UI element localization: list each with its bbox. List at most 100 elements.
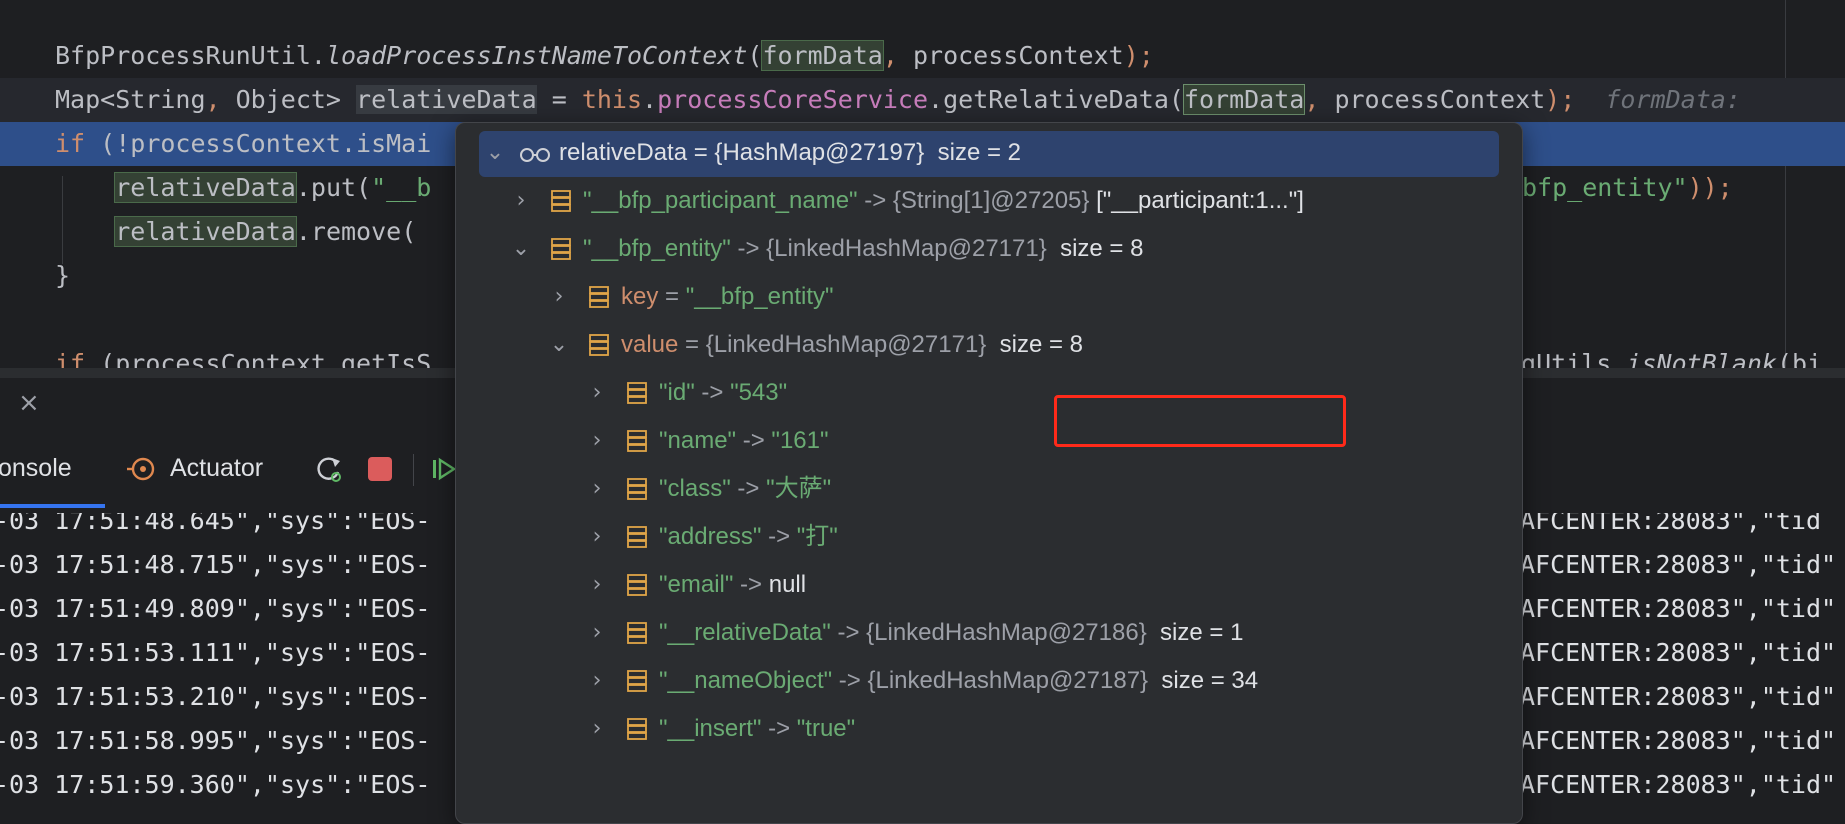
chevron-right-icon[interactable]: › (511, 179, 531, 223)
watch-glasses-icon (520, 148, 550, 162)
entry-value: "true" (796, 715, 856, 742)
chevron-down-icon[interactable]: ⌄ (485, 131, 505, 175)
code-token: formData: (1575, 85, 1741, 114)
entry-type: {LinkedHashMap@27171} (705, 331, 987, 358)
log-line-left: -03 17:51:48.645","sys":"EOS- (0, 513, 431, 535)
code-line[interactable]: Map<String, Object> relativeData = this.… (0, 78, 1845, 122)
entry-key: key (621, 283, 659, 310)
tree-row[interactable]: ⌄ "__bfp_entity" -> {LinkedHashMap@27171}… (456, 227, 1522, 271)
chevron-right-icon[interactable]: › (587, 515, 607, 559)
actuator-icon[interactable] (126, 454, 156, 484)
tree-row-text: value = {LinkedHashMap@27171} size = 8 (621, 323, 1083, 367)
tree-row[interactable]: › "id" -> "543" (456, 371, 1522, 415)
tree-row[interactable]: ⌄ value = {LinkedHashMap@27171} size = 8 (456, 323, 1522, 367)
field-list-icon (627, 478, 647, 500)
entry-arrow: -> (830, 619, 867, 646)
tree-row-root[interactable]: ⌄ relativeData = {HashMap@27197} size = … (479, 131, 1499, 177)
log-line-left: -03 17:51:53.111","sys":"EOS- (0, 638, 431, 667)
tab-actuator[interactable]: Actuator (170, 454, 263, 483)
tree-row-text: key = "__bfp_entity" (621, 275, 834, 319)
entry-value: size = 8 (986, 331, 1084, 358)
stop-icon[interactable] (368, 457, 392, 481)
root-variable: relativeData = {HashMap@27197} size = 2 (559, 131, 1021, 175)
tree-row[interactable]: › "__insert" -> "true" (456, 707, 1522, 751)
code-token: } (55, 261, 71, 290)
chevron-right-icon[interactable]: › (549, 275, 569, 319)
code-token: Object> (235, 85, 357, 114)
chevron-right-icon[interactable]: › (587, 467, 607, 511)
tree-row-text: "__bfp_entity" -> {LinkedHashMap@27171} … (583, 227, 1143, 271)
code-token: ); (1545, 85, 1576, 114)
entry-value: ["__participant:1..."] (1089, 187, 1304, 214)
code-token: relativeData (114, 216, 297, 247)
tree-row-text: "address" -> "打" (659, 515, 838, 559)
code-token: if (55, 129, 86, 158)
entry-arrow: -> (694, 379, 731, 406)
field-list-icon (627, 382, 647, 404)
code-line[interactable]: BfpProcessRunUtil.loadProcessInstNameToC… (0, 34, 1845, 78)
chevron-down-icon[interactable]: ⌄ (511, 227, 531, 271)
tree-row[interactable]: › key = "__bfp_entity" (456, 275, 1522, 319)
tree-row-text: "__insert" -> "true" (659, 707, 855, 751)
chevron-right-icon[interactable]: › (587, 611, 607, 655)
tree-row[interactable]: › "__relativeData" -> {LinkedHashMap@2718… (456, 611, 1522, 655)
entry-key: "__insert" (659, 715, 762, 742)
field-list-icon (589, 334, 609, 356)
entry-value: "打" (796, 523, 838, 550)
chevron-right-icon[interactable]: › (587, 659, 607, 703)
log-line-right: AFCENTER:28083","tid" (1520, 594, 1837, 623)
tree-row[interactable]: › "address" -> "打" (456, 515, 1522, 559)
close-icon[interactable]: × (18, 388, 40, 418)
code-token: . (642, 85, 658, 114)
entry-key: "name" (659, 427, 737, 454)
code-token: relativeData (356, 85, 537, 114)
entry-key: "__relativeData" (659, 619, 831, 646)
tree-row[interactable]: › "email" -> null (456, 563, 1522, 607)
active-tab-indicator (0, 504, 105, 508)
tree-row-text: "__relativeData" -> {LinkedHashMap@27186… (659, 611, 1243, 655)
code-token: BfpProcessRunUtil. (55, 41, 326, 70)
entry-arrow: -> (761, 523, 797, 550)
entry-value: "__bfp_entity" (685, 283, 834, 310)
field-list-icon (589, 286, 609, 308)
code-token: "__b (371, 173, 432, 202)
entry-value: null (768, 571, 807, 598)
chevron-right-icon[interactable]: › (587, 707, 607, 751)
code-token: formData (761, 40, 884, 71)
tree-row-text: "name" -> "161" (659, 419, 829, 463)
code-token: relativeData (114, 172, 297, 203)
tree-row[interactable]: › "name" -> "161" (456, 419, 1522, 463)
entry-key: "address" (659, 523, 762, 550)
entry-arrow: -> (761, 715, 797, 742)
chevron-right-icon[interactable]: › (587, 563, 607, 607)
chevron-down-icon[interactable]: ⌄ (549, 323, 569, 367)
entry-key: "__bfp_participant_name" (583, 187, 858, 214)
debug-value-popup[interactable]: ⌄ relativeData = {HashMap@27197} size = … (455, 122, 1523, 824)
entry-key: "email" (659, 571, 734, 598)
code-token: Map<String (55, 85, 206, 114)
field-list-icon (627, 430, 647, 452)
code-token: .getRelativeData( (928, 85, 1184, 114)
chevron-right-icon[interactable]: › (587, 419, 607, 463)
chevron-right-icon[interactable]: › (587, 371, 607, 415)
code-token: , (1304, 85, 1335, 114)
field-list-icon (627, 718, 647, 740)
tab-console[interactable]: onsole (0, 454, 72, 483)
tree-row[interactable]: › "__bfp_participant_name" -> {String[1]@… (456, 179, 1522, 223)
code-token: processContext (1334, 85, 1546, 114)
code-token: bfp_entity" (1522, 173, 1688, 202)
log-line-right: AFCENTER:28083","tid" (1520, 682, 1837, 711)
rerun-icon[interactable] (314, 454, 344, 484)
entry-value: size = 34 (1148, 667, 1259, 694)
entry-key: "id" (659, 379, 695, 406)
tree-row[interactable]: › "__nameObject" -> {LinkedHashMap@27187}… (456, 659, 1522, 703)
entry-type: {LinkedHashMap@27187} (867, 667, 1149, 694)
annotation-highlight-box (1054, 395, 1346, 447)
entry-arrow: -> (832, 667, 868, 694)
entry-value: size = 8 (1046, 235, 1144, 262)
tree-row[interactable]: › "class" -> "大萨" (456, 467, 1522, 511)
code-token: , (205, 85, 236, 114)
log-line-right: AFCENTER:28083","tid (1520, 513, 1822, 535)
